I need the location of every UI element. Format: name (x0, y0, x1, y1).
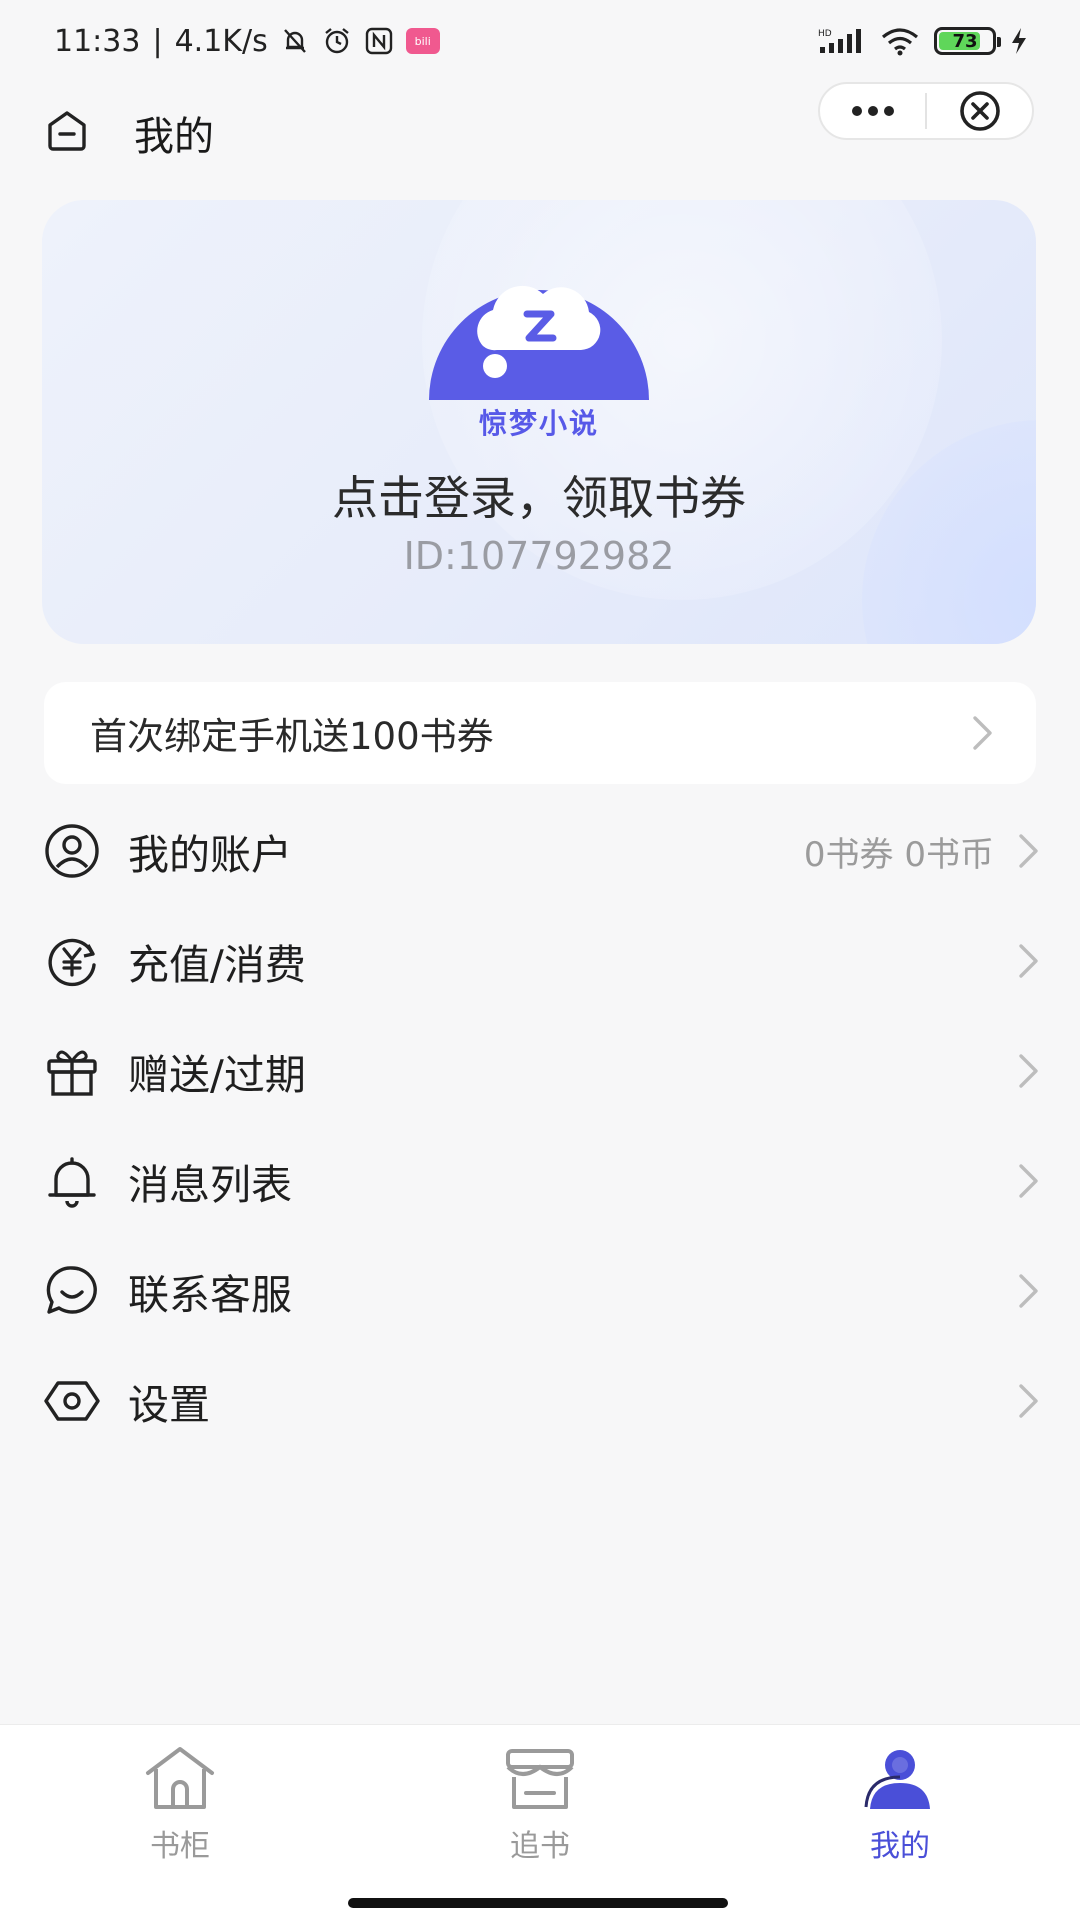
chat-smile-icon (46, 1266, 97, 1314)
signal-icon: HD (818, 29, 861, 53)
status-left: 11:33 | 4.1K/s bili (54, 24, 440, 59)
house-icon (146, 1747, 214, 1809)
tab-label-follow-books: 追书 (510, 1829, 570, 1864)
status-separator: | (152, 23, 163, 59)
bili-badge-text: bili (414, 34, 431, 48)
tab-follow-books[interactable]: 追书 (440, 1743, 640, 1873)
alarm-icon (324, 28, 349, 54)
profile-icon (864, 1750, 930, 1809)
more-button[interactable] (820, 84, 925, 138)
menu-item-settings[interactable]: 设置 (0, 1346, 1080, 1456)
header: 我的 (0, 82, 1080, 192)
screen: 11:33 | 4.1K/s bili HD 73 我的 惊梦小说 点击登录，领… (0, 0, 1080, 1920)
sleep-cloud-logo-icon (429, 285, 649, 400)
store-icon (506, 1749, 574, 1809)
chevron-right-icon (1019, 1164, 1038, 1198)
gift-icon (47, 1050, 97, 1096)
menu-item-customer-service[interactable]: 联系客服 (0, 1236, 1080, 1346)
chevron-right-icon (1019, 1274, 1038, 1308)
bell-icon (48, 1157, 96, 1208)
menu-item-recharge[interactable]: 充值/消费 (0, 906, 1080, 1016)
close-button[interactable] (927, 84, 1032, 138)
bottom-tab-bar: 书柜 追书 我的 (0, 1724, 1080, 1920)
bili-app-icon: bili (405, 28, 440, 54)
svg-text:HD: HD (818, 29, 832, 39)
home-minus-icon[interactable] (44, 108, 90, 154)
menu-label-customer-service: 联系客服 (128, 1271, 292, 1319)
home-indicator[interactable] (348, 1898, 728, 1908)
user-circle-icon (45, 824, 99, 878)
promo-label: 首次绑定手机送100书券 (90, 715, 494, 758)
menu-label-gift: 赠送/过期 (128, 1051, 306, 1099)
chevron-right-icon (1019, 1384, 1038, 1418)
tab-mine[interactable]: 我的 (800, 1743, 1000, 1873)
menu-item-account[interactable]: 我的账户 0书券 0书币 (0, 796, 1080, 906)
menu-label-messages: 消息列表 (128, 1161, 292, 1209)
menu-label-account: 我的账户 (128, 831, 292, 879)
settings-hexagon-icon (44, 1381, 100, 1421)
tab-label-mine: 我的 (870, 1829, 930, 1864)
status-net-speed: 4.1K/s (174, 23, 268, 59)
chevron-right-icon (1019, 834, 1038, 868)
bind-phone-promo[interactable]: 首次绑定手机送100书券 (44, 682, 1036, 784)
mute-bell-icon (283, 29, 306, 53)
wifi-icon (881, 28, 919, 56)
more-dots-icon (851, 106, 894, 116)
page-title: 我的 (134, 114, 214, 160)
nfc-icon (365, 27, 392, 55)
status-time: 11:33 (54, 23, 141, 59)
logo-text: 惊梦小说 (478, 407, 599, 440)
user-id: ID:107792982 (403, 534, 675, 578)
chevron-right-icon (973, 716, 992, 750)
battery-level: 73 (952, 30, 978, 52)
menu-item-messages[interactable]: 消息列表 (0, 1126, 1080, 1236)
charging-bolt-icon (1012, 28, 1026, 54)
battery-indicator: 73 (934, 27, 1001, 55)
profile-card[interactable]: 惊梦小说 点击登录，领取书券 ID:107792982 (42, 200, 1036, 644)
menu-label-recharge: 充值/消费 (128, 941, 306, 989)
tab-bookshelf[interactable]: 书柜 (80, 1743, 280, 1873)
account-balance: 0书券 0书币 (803, 834, 994, 875)
menu-list: 我的账户 0书券 0书币 充值/消费 赠送/过期 消息列表 联系客服 设置 (0, 796, 1080, 1456)
tab-label-bookshelf: 书柜 (150, 1829, 210, 1864)
status-right: HD 73 (818, 26, 1028, 56)
menu-item-gift[interactable]: 赠送/过期 (0, 1016, 1080, 1126)
chevron-right-icon (1019, 1054, 1038, 1088)
menu-label-settings: 设置 (128, 1381, 210, 1429)
close-circle-icon (959, 91, 1000, 131)
yen-cycle-icon (48, 938, 96, 987)
status-bar: 11:33 | 4.1K/s bili HD 73 (0, 0, 1080, 82)
app-logo[interactable]: 惊梦小说 (427, 262, 651, 440)
mini-program-capsule (818, 82, 1034, 140)
chevron-right-icon (1019, 944, 1038, 978)
login-prompt[interactable]: 点击登录，领取书券 (42, 462, 1036, 528)
